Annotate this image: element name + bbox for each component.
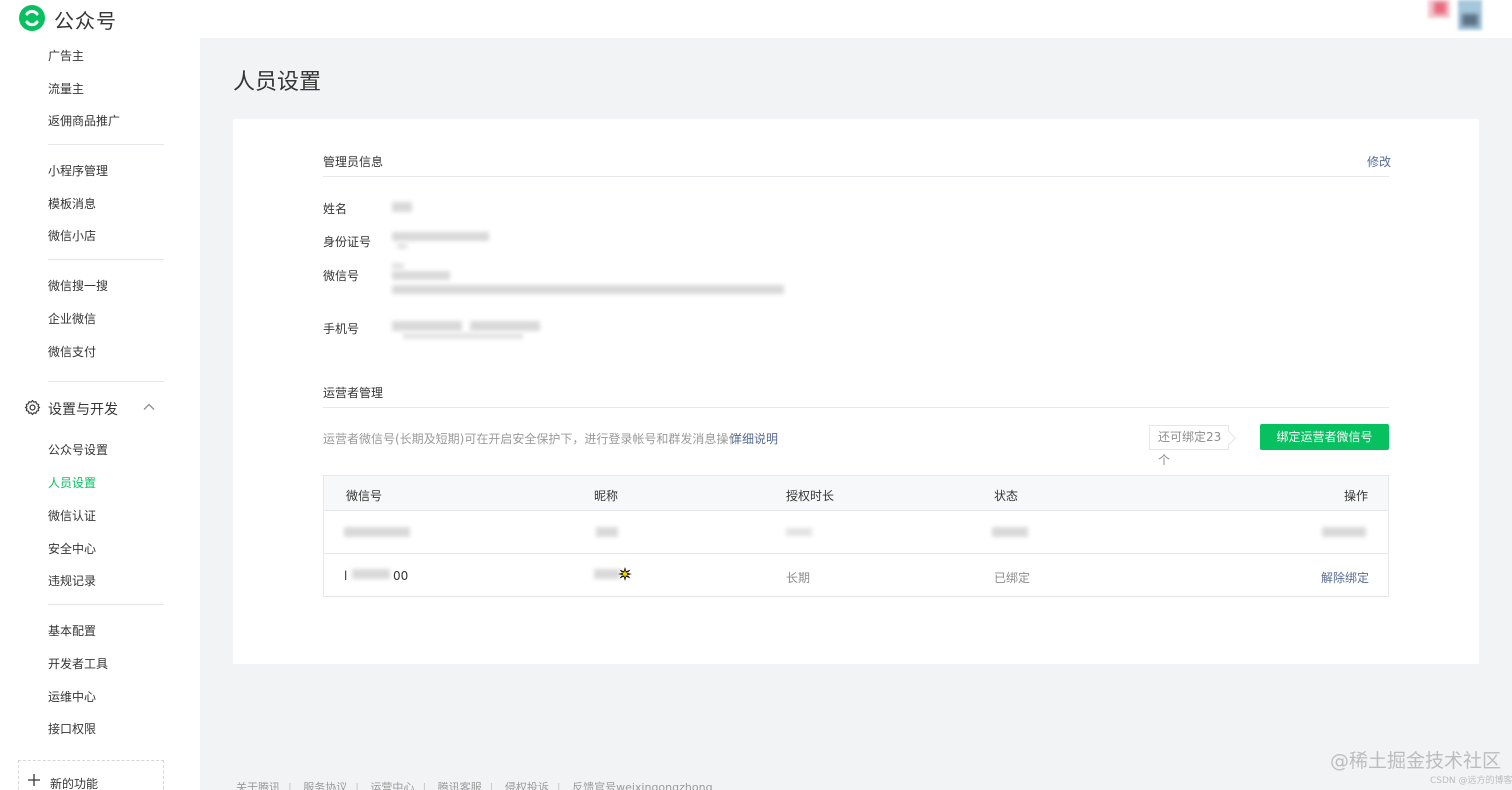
sidebar-section-label: 设置与开发 xyxy=(48,402,118,418)
section-divider xyxy=(323,407,1389,408)
sidebar-item-work-wechat[interactable]: 企业微信 xyxy=(48,310,96,327)
edit-admin-link[interactable]: 修改 xyxy=(1367,153,1391,170)
id-number-value-redacted xyxy=(397,243,407,249)
footer-link-support[interactable]: 腾讯客服 xyxy=(438,781,482,790)
app-title: 公众号 xyxy=(54,9,117,33)
column-header-status: 状态 xyxy=(994,489,1019,503)
sidebar-section-settings-dev[interactable]: 设置与开发 xyxy=(24,398,164,418)
table-row xyxy=(324,511,1388,554)
column-header-nickname: 昵称 xyxy=(594,489,619,503)
sidebar-item-publisher[interactable]: 流量主 xyxy=(48,80,84,97)
sidebar-item-template-message[interactable]: 模板消息 xyxy=(48,195,96,212)
sidebar-divider xyxy=(48,259,164,260)
plus-icon xyxy=(28,774,40,786)
section-divider xyxy=(323,176,1389,177)
top-bar: 公众号 xyxy=(0,0,1512,38)
duration-redacted xyxy=(786,528,812,536)
new-feature-button[interactable]: 新的功能 xyxy=(18,760,164,790)
main-card: 管理员信息 修改 姓名 身份证号 微信号 手机号 运营者管理 运营者微信号(长期… xyxy=(233,119,1479,664)
sidebar-item-advertiser[interactable]: 广告主 xyxy=(48,47,84,64)
new-feature-label: 新的功能 xyxy=(50,777,99,790)
sidebar-item-violation-records[interactable]: 违规记录 xyxy=(48,572,96,589)
column-header-duration: 授权时长 xyxy=(786,489,835,503)
action-redacted[interactable] xyxy=(1322,527,1366,537)
sidebar-item-commission-promo[interactable]: 返佣商品推广 xyxy=(48,112,120,129)
wechat-id-label: 微信号 xyxy=(323,269,360,283)
footer-link-about[interactable]: 关于腾讯 xyxy=(236,781,280,790)
name-value-redacted xyxy=(392,202,412,212)
footer-link-infringement[interactable]: 侵权投诉 xyxy=(505,781,549,790)
sidebar-item-api-permissions[interactable]: 接口权限 xyxy=(48,720,96,737)
sidebar-item-account-settings[interactable]: 公众号设置 xyxy=(48,441,108,458)
sparkle-emoji-icon xyxy=(618,567,632,581)
sidebar-item-ops-center[interactable]: 运维中心 xyxy=(48,688,96,705)
phone-value-redacted xyxy=(403,333,523,339)
column-header-action: 操作 xyxy=(1344,489,1369,503)
status-redacted xyxy=(992,527,1028,537)
phone-value-redacted xyxy=(392,321,462,331)
sidebar-divider xyxy=(48,604,164,605)
page-title: 人员设置 xyxy=(233,70,322,95)
wechat-id-note-redacted xyxy=(392,285,784,294)
gear-icon xyxy=(24,399,41,416)
wechat-id-prefix: l xyxy=(344,569,348,583)
wechat-id-redacted xyxy=(352,569,390,579)
detail-link[interactable]: 详细说明 xyxy=(730,430,778,447)
remaining-quota-tip: 还可绑定23个 xyxy=(1149,425,1229,467)
unbind-link[interactable]: 解除绑定 xyxy=(1321,569,1369,586)
name-label: 姓名 xyxy=(323,202,348,216)
nickname-redacted xyxy=(594,569,620,579)
table-header: 微信号 昵称 授权时长 状态 操作 xyxy=(324,476,1388,511)
bind-operator-button[interactable]: 绑定运营者微信号 xyxy=(1260,424,1389,450)
sidebar-item-wechat-pay[interactable]: 微信支付 xyxy=(48,343,96,360)
status-value: 已绑定 xyxy=(994,571,1031,585)
wechat-id-value-redacted xyxy=(392,271,450,280)
admin-info-title: 管理员信息 xyxy=(323,155,384,169)
operators-title: 运营者管理 xyxy=(323,386,384,400)
column-header-wechat: 微信号 xyxy=(346,489,383,503)
wechat-id-suffix: 00 xyxy=(393,569,409,583)
wechat-id-redacted xyxy=(344,527,410,537)
sidebar-divider xyxy=(48,381,164,382)
sidebar-item-security-center[interactable]: 安全中心 xyxy=(48,540,96,557)
phone-value-redacted xyxy=(470,321,540,331)
sidebar-item-wechat-store[interactable]: 微信小店 xyxy=(48,227,96,244)
footer-links: 关于腾讯 | 服务协议 | 运营中心 | 腾讯客服 | 侵权投诉 | 反馈官号weixin… xyxy=(236,779,713,790)
sidebar: 广告主 流量主 返佣商品推广 小程序管理 模板消息 微信小店 微信搜一搜 企业微… xyxy=(0,38,200,790)
sidebar-item-wechat-verification[interactable]: 微信认证 xyxy=(48,507,96,524)
avatar[interactable] xyxy=(1428,0,1484,34)
phone-label: 手机号 xyxy=(323,322,360,336)
sidebar-divider xyxy=(48,144,164,145)
id-number-label: 身份证号 xyxy=(323,235,372,249)
duration-value: 长期 xyxy=(786,571,811,585)
wechat-mp-logo-icon[interactable] xyxy=(18,4,46,32)
operators-description: 运营者微信号(长期及短期)可在开启安全保护下，进行登录帐号和群发消息操作 xyxy=(323,432,741,446)
sidebar-item-developer-tools[interactable]: 开发者工具 xyxy=(48,655,108,672)
id-number-value-redacted xyxy=(392,232,489,241)
sidebar-item-wechat-search[interactable]: 微信搜一搜 xyxy=(48,277,108,294)
wechat-id-value-redacted xyxy=(392,263,404,269)
nickname-redacted xyxy=(596,527,618,537)
operators-table: 微信号 昵称 授权时长 状态 操作 l 00 长期 已绑定 解除绑定 xyxy=(323,475,1389,597)
sidebar-item-personnel-settings[interactable]: 人员设置 xyxy=(48,474,96,491)
table-row: l 00 长期 已绑定 解除绑定 xyxy=(324,554,1388,597)
footer-link-ops-center[interactable]: 运营中心 xyxy=(370,781,414,790)
footer-link-service-agreement[interactable]: 服务协议 xyxy=(303,781,347,790)
footer-link-feedback[interactable]: 反馈官号weixingongzhong xyxy=(572,781,712,790)
sidebar-item-basic-config[interactable]: 基本配置 xyxy=(48,622,96,639)
watermark: @稀土掘金技术社区 xyxy=(1330,750,1502,772)
sidebar-item-miniprogram[interactable]: 小程序管理 xyxy=(48,162,108,179)
chevron-up-icon[interactable] xyxy=(142,400,156,414)
watermark-sub: CSDN @远方的博客 xyxy=(1430,776,1512,786)
